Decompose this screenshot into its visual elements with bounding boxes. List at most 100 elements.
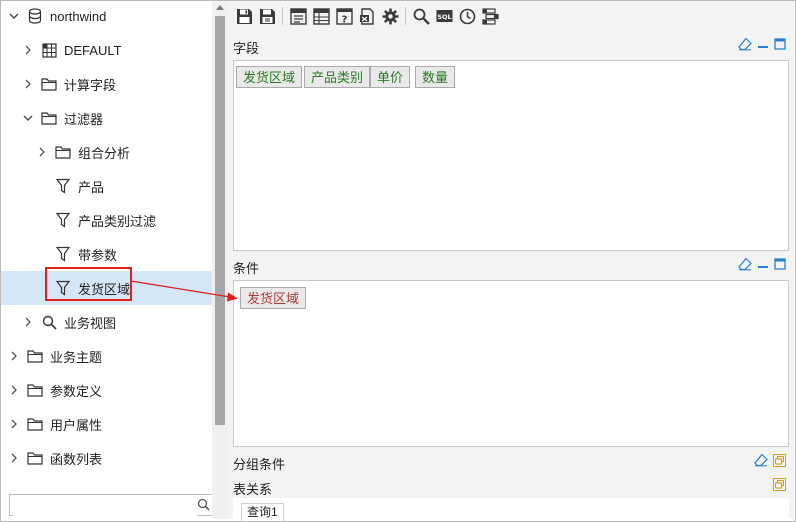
search-icon <box>41 314 57 330</box>
conditions-section-title: 条件 <box>233 261 260 276</box>
chevron-right-icon[interactable] <box>23 79 33 89</box>
tree-item-label: 产品 <box>78 179 105 195</box>
tree-search[interactable] <box>9 494 216 516</box>
filter-icon <box>55 178 71 194</box>
fields-section-controls <box>733 37 786 51</box>
chevron-right-icon[interactable] <box>9 419 19 429</box>
save-as-icon[interactable] <box>258 7 276 25</box>
svg-text:SQL: SQL <box>437 13 451 21</box>
tree-item-label: 业务视图 <box>64 315 117 331</box>
tree-item-label: DEFAULT <box>64 42 122 58</box>
chevron-right-icon[interactable] <box>23 45 33 55</box>
tree-item-label: 组合分析 <box>78 145 131 161</box>
settings-list-icon[interactable] <box>481 7 499 25</box>
tree-item-default[interactable]: DEFAULT <box>1 33 212 67</box>
eraser-icon[interactable] <box>738 257 752 271</box>
restore-icon[interactable] <box>773 453 786 467</box>
field-chip-unit-price[interactable]: 单价 <box>370 66 411 88</box>
help-icon[interactable]: ? <box>335 7 353 25</box>
tree-item-label: 业务主题 <box>50 349 103 365</box>
table-relation-area <box>233 498 789 519</box>
tree-item-northwind[interactable]: northwind <box>1 1 212 33</box>
minimize-icon[interactable] <box>757 38 769 50</box>
resource-tree: northwind DEFAULT 计算字段 过滤器 组合分析 产品 产品类别过… <box>1 1 212 519</box>
search-input[interactable] <box>13 496 197 516</box>
tree-item-filter-with-params[interactable]: 带参数 <box>1 237 212 271</box>
search-icon[interactable] <box>197 498 210 514</box>
folder-icon <box>41 76 57 92</box>
tab-query-1[interactable]: 查询1 <box>241 503 284 521</box>
folder-icon <box>55 144 71 160</box>
layout-icon[interactable] <box>289 7 307 25</box>
tree-item-combined-analysis[interactable]: 组合分析 <box>1 135 212 169</box>
sql-icon[interactable]: SQL <box>435 7 453 25</box>
chevron-right-icon[interactable] <box>9 453 19 463</box>
tree-item-filter-product[interactable]: 产品 <box>1 169 212 203</box>
chevron-right-icon[interactable] <box>9 351 19 361</box>
tree-item-label: 参数定义 <box>50 383 103 399</box>
svg-text:?: ? <box>341 14 347 25</box>
chevron-down-icon[interactable] <box>23 113 33 123</box>
minimize-icon[interactable] <box>757 258 769 270</box>
field-chip-product-category[interactable]: 产品类别 <box>304 66 371 88</box>
maximize-icon[interactable] <box>774 38 786 50</box>
scroll-thumb[interactable] <box>215 16 225 425</box>
scroll-up-arrow-icon[interactable] <box>216 5 224 10</box>
folder-icon <box>41 110 57 126</box>
search-icon[interactable] <box>412 7 430 25</box>
tree-item-user-attributes[interactable]: 用户属性 <box>1 407 212 441</box>
maximize-icon[interactable] <box>774 258 786 270</box>
export-icon[interactable] <box>358 7 376 25</box>
database-icon <box>27 8 43 24</box>
chevron-right-icon[interactable] <box>37 147 47 157</box>
chevron-down-icon[interactable] <box>9 11 19 21</box>
table-relation-title: 表关系 <box>233 482 273 497</box>
tree-item-label: 函数列表 <box>50 451 103 467</box>
restore-icon[interactable] <box>773 478 786 491</box>
query-designer: ? SQL 字段 发货区域 产品类别 单价 数量 条件 发货区域 分组条件 表关… <box>228 1 794 521</box>
fields-section-title: 字段 <box>233 41 260 56</box>
conditions-area[interactable]: 发货区域 <box>233 280 789 447</box>
tree-item-function-list[interactable]: 函数列表 <box>1 441 212 475</box>
tree-item-business-topic[interactable]: 业务主题 <box>1 339 212 373</box>
tree-item-calculated-fields[interactable]: 计算字段 <box>1 67 212 101</box>
folder-icon <box>27 450 43 466</box>
tree-item-label: northwind <box>50 8 107 24</box>
filter-icon <box>55 246 71 262</box>
toolbar: ? SQL <box>228 1 794 31</box>
chevron-right-icon[interactable] <box>9 385 19 395</box>
tree-scrollbar[interactable] <box>212 1 228 519</box>
tree-item-label: 过滤器 <box>64 111 104 127</box>
chevron-right-icon[interactable] <box>23 317 33 327</box>
conditions-section-controls <box>733 257 786 271</box>
tree-item-label: 计算字段 <box>64 77 117 93</box>
folder-icon <box>27 416 43 432</box>
table-relation-controls <box>768 478 786 491</box>
folder-icon <box>27 382 43 398</box>
group-conditions-title: 分组条件 <box>233 457 286 472</box>
toolbar-separator <box>282 7 283 25</box>
highlight-box <box>45 267 132 301</box>
tree-item-filter-product-category[interactable]: 产品类别过滤 <box>1 203 212 237</box>
filter-icon <box>55 212 71 228</box>
field-chip-shipping-region[interactable]: 发货区域 <box>236 66 303 88</box>
clock-icon[interactable] <box>458 7 476 25</box>
table-grid-icon <box>41 42 57 58</box>
tree-item-parameter-definitions[interactable]: 参数定义 <box>1 373 212 407</box>
toolbar-separator <box>405 7 406 25</box>
eraser-icon[interactable] <box>754 453 768 467</box>
gear-icon[interactable] <box>381 7 399 25</box>
tree-item-business-view[interactable]: 业务视图 <box>1 305 212 339</box>
group-conditions-controls <box>749 453 786 467</box>
condition-chip-shipping-region[interactable]: 发货区域 <box>240 287 307 309</box>
folder-icon <box>27 348 43 364</box>
save-icon[interactable] <box>235 7 253 25</box>
tree-item-label: 用户属性 <box>50 417 103 433</box>
tree-item-label: 带参数 <box>78 247 118 263</box>
tree-item-filters[interactable]: 过滤器 <box>1 101 212 135</box>
tree-item-label: 产品类别过滤 <box>78 213 157 229</box>
table-layout-icon[interactable] <box>312 7 330 25</box>
eraser-icon[interactable] <box>738 37 752 51</box>
field-chip-quantity[interactable]: 数量 <box>415 66 456 88</box>
fields-area[interactable]: 发货区域 产品类别 单价 数量 <box>233 60 789 251</box>
